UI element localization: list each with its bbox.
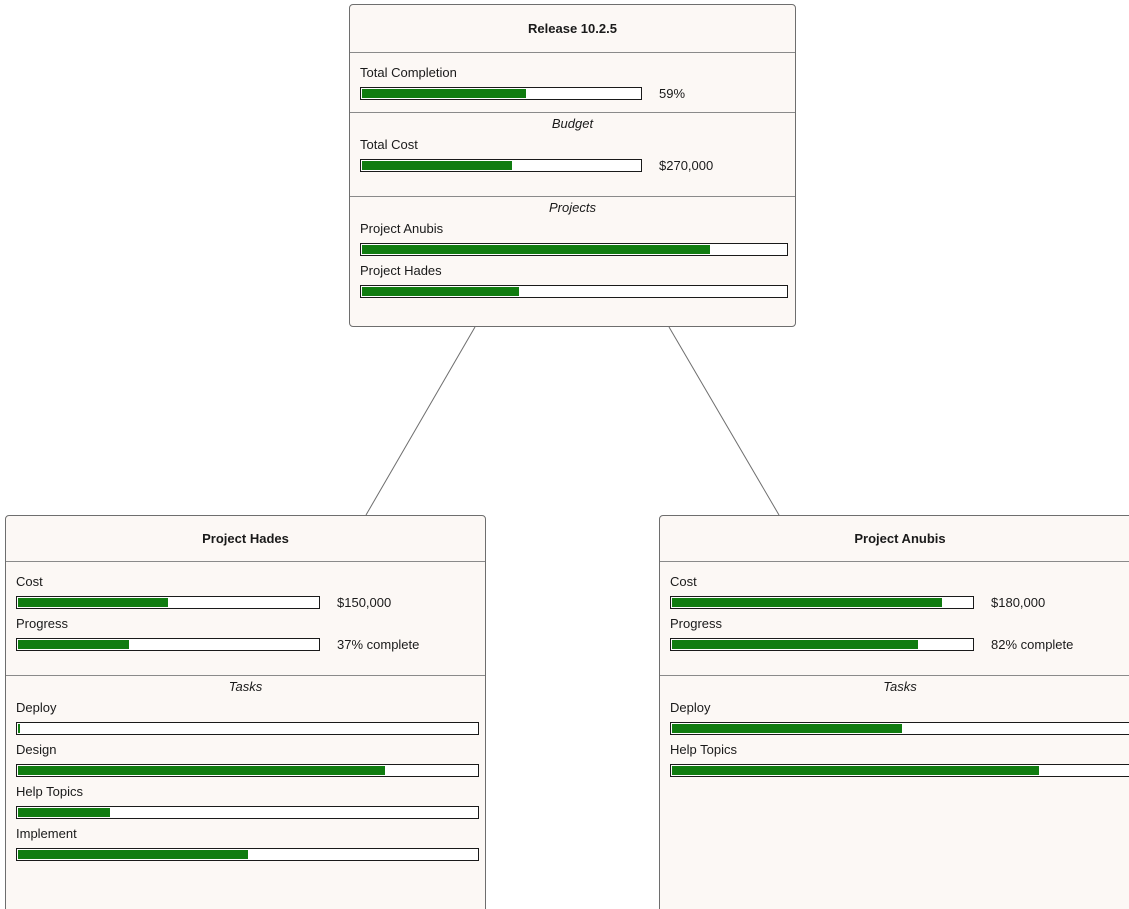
project-hades-bar xyxy=(360,284,788,298)
hades-task-implement-bar xyxy=(16,847,479,861)
project-anubis-row xyxy=(360,239,788,259)
anubis-task-help-topics-label: Help Topics xyxy=(670,742,737,757)
anubis-progress-label: Progress xyxy=(670,616,723,631)
total-completion-value: 59% xyxy=(659,85,686,101)
project-anubis-title: Project Anubis xyxy=(660,516,1129,562)
hades-task-implement-bar-fill xyxy=(18,849,248,859)
hades-task-help-topics-label: Help Topics xyxy=(16,784,83,799)
total-completion-row: 59% xyxy=(360,83,785,103)
project-anubis-bar-fill xyxy=(362,244,710,254)
hades-task-help-topics-bar-fill xyxy=(18,807,110,817)
anubis-progress-bar xyxy=(670,637,974,651)
anubis-task-help-topics-bar-fill xyxy=(672,765,1040,775)
anubis-task-deploy-bar xyxy=(670,721,1129,735)
anubis-progress-value: 82% complete xyxy=(991,636,1074,652)
hades-task-implement-label: Implement xyxy=(16,826,77,841)
hades-progress-bar-fill xyxy=(18,639,129,649)
budget-header: Budget xyxy=(551,116,594,131)
total-completion-bar-fill xyxy=(362,88,527,98)
anubis-cost-bar-fill xyxy=(672,597,942,607)
hades-task-deploy-row xyxy=(16,718,479,738)
release-completion-section: Total Completion 59% xyxy=(350,53,795,113)
hades-progress-bar xyxy=(16,637,320,651)
hades-cost-bar xyxy=(16,595,320,609)
hades-task-help-topics-row xyxy=(16,802,479,822)
hades-tasks-section: Tasks Deploy Design Help Topics Implemen… xyxy=(6,676,485,868)
hades-task-implement-row xyxy=(16,844,479,864)
project-hades-label: Project Hades xyxy=(360,263,442,278)
connector-release-to-anubis xyxy=(668,326,780,516)
hades-cost-label: Cost xyxy=(16,574,43,589)
anubis-tasks-section: Tasks Deploy Help Topics xyxy=(660,676,1129,784)
project-hades-card[interactable]: Project Hades Cost $150,000 Progress 37%… xyxy=(5,515,486,909)
release-title: Release 10.2.5 xyxy=(350,5,795,53)
anubis-task-deploy-row xyxy=(670,718,1129,738)
hades-cost-value: $150,000 xyxy=(337,594,392,610)
project-anubis-card[interactable]: Project Anubis Cost $180,000 Progress 82… xyxy=(659,515,1129,909)
anubis-progress-bar-fill xyxy=(672,639,918,649)
anubis-task-help-topics-bar xyxy=(670,763,1129,777)
hades-task-help-topics-bar xyxy=(16,805,479,819)
total-cost-label: Total Cost xyxy=(360,137,418,152)
project-anubis-label: Project Anubis xyxy=(360,221,444,236)
total-cost-bar-fill xyxy=(362,160,513,170)
anubis-metrics-section: Cost $180,000 Progress 82% complete xyxy=(660,562,1129,676)
hades-cost-bar-fill xyxy=(18,597,168,607)
hades-task-deploy-label: Deploy xyxy=(16,700,57,715)
hades-task-design-bar xyxy=(16,763,479,777)
projects-header: Projects xyxy=(549,200,596,215)
hades-cost-row: $150,000 xyxy=(16,592,475,612)
release-card[interactable]: Release 10.2.5 Total Completion 59% Budg… xyxy=(349,4,796,327)
hades-task-design-bar-fill xyxy=(18,765,386,775)
total-completion-label: Total Completion xyxy=(360,65,457,80)
anubis-tasks-header: Tasks xyxy=(883,679,917,694)
project-anubis-bar xyxy=(360,242,788,256)
anubis-progress-row: 82% complete xyxy=(670,634,1129,654)
anubis-task-deploy-label: Deploy xyxy=(670,700,711,715)
hades-metrics-section: Cost $150,000 Progress 37% complete xyxy=(6,562,485,676)
connector-release-to-hades xyxy=(365,326,476,516)
hades-progress-value: 37% complete xyxy=(337,636,420,652)
hades-task-deploy-bar xyxy=(16,721,479,735)
project-hades-row xyxy=(360,281,788,301)
release-budget-section: Budget Total Cost $270,000 xyxy=(350,113,795,197)
hades-task-design-label: Design xyxy=(16,742,57,757)
hades-progress-label: Progress xyxy=(16,616,69,631)
hades-tasks-header: Tasks xyxy=(228,679,263,694)
total-cost-bar xyxy=(360,158,642,172)
hades-progress-row: 37% complete xyxy=(16,634,475,654)
total-completion-bar xyxy=(360,86,642,100)
project-hades-bar-fill xyxy=(362,286,519,296)
anubis-task-deploy-bar-fill xyxy=(672,723,902,733)
total-cost-value: $270,000 xyxy=(659,157,714,173)
hades-task-design-row xyxy=(16,760,479,780)
anubis-cost-row: $180,000 xyxy=(670,592,1129,612)
hades-task-deploy-bar-fill xyxy=(18,723,21,733)
total-cost-row: $270,000 xyxy=(360,155,785,175)
anubis-task-help-topics-row xyxy=(670,760,1129,780)
anubis-cost-value: $180,000 xyxy=(991,594,1046,610)
project-hades-title: Project Hades xyxy=(6,516,485,562)
release-projects-section: Projects Project Anubis Project Hades xyxy=(350,197,795,305)
anubis-cost-bar xyxy=(670,595,974,609)
anubis-cost-label: Cost xyxy=(670,574,697,589)
